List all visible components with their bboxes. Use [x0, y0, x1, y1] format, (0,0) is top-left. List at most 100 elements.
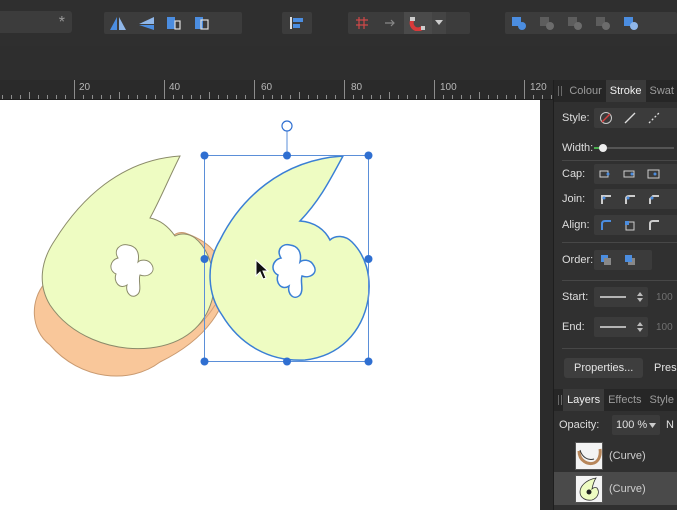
panel-grip-icon[interactable]: [554, 389, 563, 411]
solid-line-icon[interactable]: [618, 109, 642, 127]
ruler-tick: [551, 95, 552, 99]
ruler-tick: [218, 95, 219, 99]
ruler-tick: [299, 92, 300, 99]
ruler-tick: [110, 95, 111, 99]
ruler-tick: [182, 95, 183, 99]
ruler-tick: [119, 92, 120, 99]
panel-grip-icon[interactable]: [554, 80, 565, 102]
start-arrow-select[interactable]: [594, 287, 648, 307]
rotate-handle[interactable]: [281, 120, 293, 132]
square-cap-icon[interactable]: [642, 165, 666, 183]
tab-layers[interactable]: Layers: [563, 389, 605, 411]
horizontal-ruler[interactable]: 20 40 60 80 100 120: [0, 80, 553, 100]
round-join-icon[interactable]: [618, 190, 642, 208]
context-toolbar-area: [0, 46, 677, 80]
ruler-tick: [164, 80, 165, 99]
ruler-tick: [452, 95, 453, 99]
boolean-group: [505, 12, 677, 34]
align-left-icon[interactable]: [282, 12, 310, 34]
end-arrow-select[interactable]: [594, 317, 648, 337]
boolean-intersect-icon[interactable]: [561, 12, 589, 34]
butt-cap-icon[interactable]: [594, 165, 618, 183]
chevron-down-icon[interactable]: [432, 12, 446, 34]
stroke-front-icon[interactable]: [618, 251, 642, 269]
boolean-subtract-icon[interactable]: [533, 12, 561, 34]
boolean-divide-icon[interactable]: [617, 12, 645, 34]
align-center-icon[interactable]: [618, 216, 642, 234]
rotate-right-icon[interactable]: [188, 12, 216, 34]
tab-colour[interactable]: Colour: [565, 80, 605, 102]
ruler-tick: [326, 95, 327, 99]
ruler-label: 120: [530, 82, 547, 93]
resize-handle-w[interactable]: [200, 255, 209, 263]
dashed-line-icon[interactable]: [642, 109, 666, 127]
cap-options: [594, 164, 677, 184]
arrow-icon[interactable]: [376, 12, 404, 34]
canvas-margin: [540, 100, 553, 510]
grid-icon[interactable]: [348, 12, 376, 34]
start-scale-value[interactable]: 100: [656, 292, 673, 303]
align-inside-icon[interactable]: [594, 216, 618, 234]
ruler-tick: [506, 95, 507, 99]
tab-swatches[interactable]: Swat: [646, 80, 677, 102]
opacity-select[interactable]: 100 %: [612, 415, 660, 435]
resize-handle-sw[interactable]: [200, 357, 209, 366]
ruler-tick: [434, 80, 435, 99]
ruler-tick: [29, 92, 30, 99]
join-options: [594, 189, 677, 209]
layer-item-selected[interactable]: (Curve): [554, 472, 677, 505]
properties-button[interactable]: Properties...: [564, 358, 644, 378]
layer-name: (Curve): [609, 482, 646, 495]
ruler-tick: [191, 95, 192, 99]
align-outside-icon[interactable]: [642, 216, 666, 234]
layer-item[interactable]: (Curve): [554, 439, 677, 472]
ruler-tick: [47, 95, 48, 99]
cap-label: Cap:: [562, 168, 586, 180]
boolean-xor-icon[interactable]: [589, 12, 617, 34]
no-stroke-icon[interactable]: [594, 109, 618, 127]
ruler-tick: [65, 95, 66, 99]
ruler-tick: [101, 95, 102, 99]
flip-horizontal-icon[interactable]: [104, 12, 132, 34]
start-label: Start:: [562, 291, 589, 303]
tab-styles[interactable]: Style: [646, 389, 677, 411]
toolbar: *: [0, 0, 677, 46]
panel-tabs: Colour Stroke Swat: [554, 80, 677, 102]
boolean-add-icon[interactable]: [505, 12, 533, 34]
round-cap-icon[interactable]: [618, 165, 642, 183]
style-row: Style:: [554, 106, 677, 130]
resize-handle-n[interactable]: [283, 151, 291, 160]
ruler-tick: [515, 95, 516, 99]
width-slider[interactable]: [594, 142, 674, 154]
ruler-label: 40: [169, 82, 181, 93]
snap-magnet-icon[interactable]: [404, 12, 432, 34]
blend-mode-select[interactable]: N: [666, 419, 674, 431]
ruler-tick: [200, 95, 201, 99]
ruler-tick: [2, 95, 3, 99]
ruler-tick: [398, 95, 399, 99]
resize-handle-e[interactable]: [364, 255, 373, 263]
stroke-behind-icon[interactable]: [594, 251, 618, 269]
resize-handle-nw[interactable]: [200, 151, 209, 160]
opacity-value: 100 %: [616, 419, 648, 431]
resize-handle-se[interactable]: [364, 357, 373, 366]
rotate-left-icon[interactable]: [160, 12, 188, 34]
resize-handle-s[interactable]: [283, 357, 291, 366]
bevel-join-icon[interactable]: [642, 190, 666, 208]
flip-vertical-icon[interactable]: [132, 12, 160, 34]
ruler-tick: [524, 80, 525, 99]
align-group: [282, 12, 312, 34]
end-scale-value[interactable]: 100: [656, 322, 673, 333]
ruler-tick: [137, 95, 138, 99]
pressure-button[interactable]: Pres: [650, 358, 677, 378]
toolbar-field[interactable]: *: [0, 11, 72, 33]
ruler-tick: [416, 95, 417, 99]
end-label: End:: [562, 321, 585, 333]
ruler-tick: [146, 95, 147, 99]
ruler-tick: [209, 92, 210, 99]
tab-stroke[interactable]: Stroke: [605, 80, 646, 102]
resize-handle-ne[interactable]: [364, 151, 373, 160]
miter-join-icon[interactable]: [594, 190, 618, 208]
tab-effects[interactable]: Effects: [604, 389, 645, 411]
ruler-tick: [371, 95, 372, 99]
